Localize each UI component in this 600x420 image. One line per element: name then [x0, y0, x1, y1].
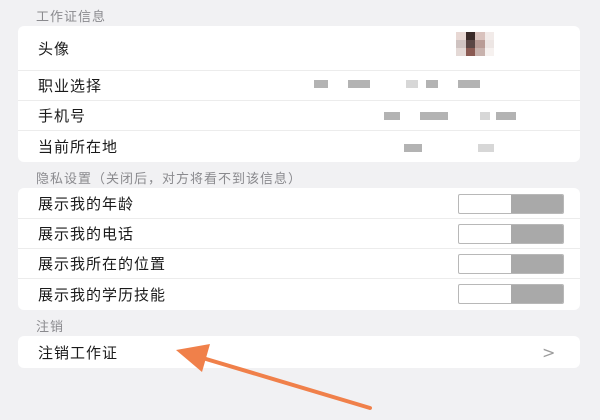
occupation-label: 职业选择	[38, 76, 103, 95]
location-value-redacted	[478, 144, 494, 152]
privacy-label-age: 展示我的年龄	[38, 194, 135, 213]
toggle-age[interactable]	[458, 194, 564, 214]
toggle-knob	[511, 225, 563, 243]
privacy-row-phone: 展示我的电话	[18, 218, 580, 249]
occupation-row[interactable]: 职业选择	[18, 70, 580, 101]
toggle-education[interactable]	[458, 284, 564, 304]
phone-row[interactable]: 手机号	[18, 100, 580, 131]
privacy-label-phone: 展示我的电话	[38, 224, 135, 243]
phone-value-redacted	[496, 112, 516, 120]
privacy-card: 展示我的年龄 展示我的电话 展示我所在的位置 展示我的学历技能	[18, 188, 580, 310]
privacy-label-location: 展示我所在的位置	[38, 254, 167, 273]
occupation-value-redacted	[406, 80, 418, 88]
avatar-row[interactable]: 头像	[18, 26, 580, 71]
badge-info-header: 工作证信息	[36, 10, 107, 25]
privacy-label-education: 展示我的学历技能	[38, 285, 167, 304]
toggle-knob	[511, 195, 563, 213]
toggle-phone[interactable]	[458, 224, 564, 244]
toggle-knob	[511, 255, 563, 273]
location-value-redacted	[404, 144, 422, 152]
privacy-row-education: 展示我的学历技能	[18, 278, 580, 310]
toggle-knob	[511, 285, 563, 303]
cancel-badge-row[interactable]: 注销工作证 >	[18, 336, 580, 368]
avatar-label: 头像	[38, 39, 71, 58]
phone-label: 手机号	[38, 106, 87, 125]
badge-info-card: 头像 职业选择 手机号 当前所在地	[18, 26, 580, 162]
cancel-header: 注销	[36, 320, 65, 335]
phone-value-redacted	[480, 112, 490, 120]
cancel-card: 注销工作证 >	[18, 336, 580, 368]
phone-value-redacted	[420, 112, 448, 120]
occupation-value-redacted	[348, 80, 370, 88]
chevron-right-icon: >	[542, 342, 556, 362]
avatar[interactable]	[456, 32, 494, 56]
phone-value-redacted	[384, 112, 400, 120]
location-row[interactable]: 当前所在地	[18, 130, 580, 162]
toggle-location[interactable]	[458, 254, 564, 274]
privacy-row-location: 展示我所在的位置	[18, 248, 580, 279]
privacy-header: 隐私设置（关闭后，对方将看不到该信息）	[36, 172, 303, 187]
occupation-value-redacted	[314, 80, 328, 88]
cancel-badge-label: 注销工作证	[38, 343, 119, 362]
privacy-row-age: 展示我的年龄	[18, 188, 580, 219]
occupation-value-redacted	[458, 80, 480, 88]
location-label: 当前所在地	[38, 137, 119, 156]
occupation-value-redacted	[426, 80, 438, 88]
